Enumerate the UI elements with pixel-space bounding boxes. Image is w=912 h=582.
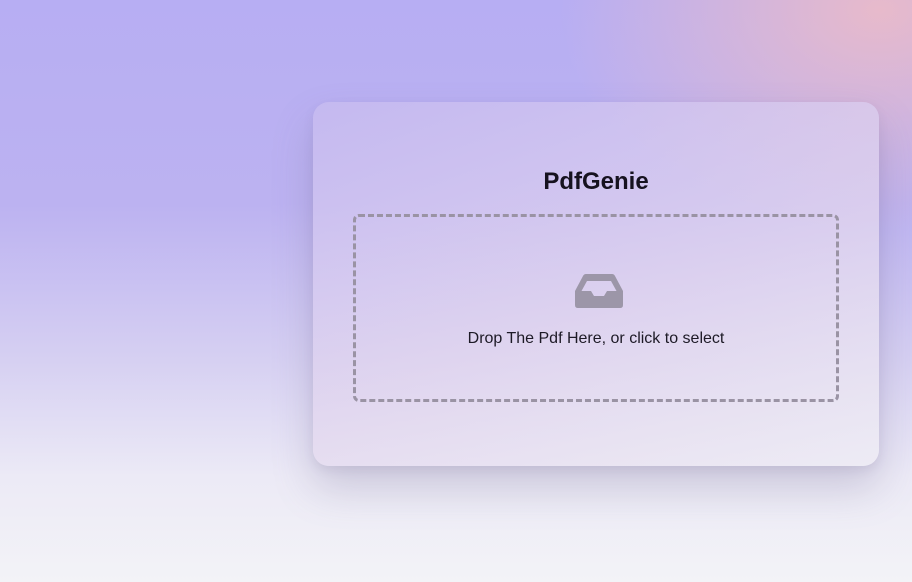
inbox-icon (574, 273, 624, 309)
dropzone-instruction: Drop The Pdf Here, or click to select (467, 330, 725, 347)
pdf-dropzone[interactable]: Drop The Pdf Here, or click to select (353, 214, 839, 402)
app-title: PdfGenie (543, 168, 649, 195)
upload-card: PdfGenie Drop The Pdf Here, or click to … (313, 102, 879, 466)
